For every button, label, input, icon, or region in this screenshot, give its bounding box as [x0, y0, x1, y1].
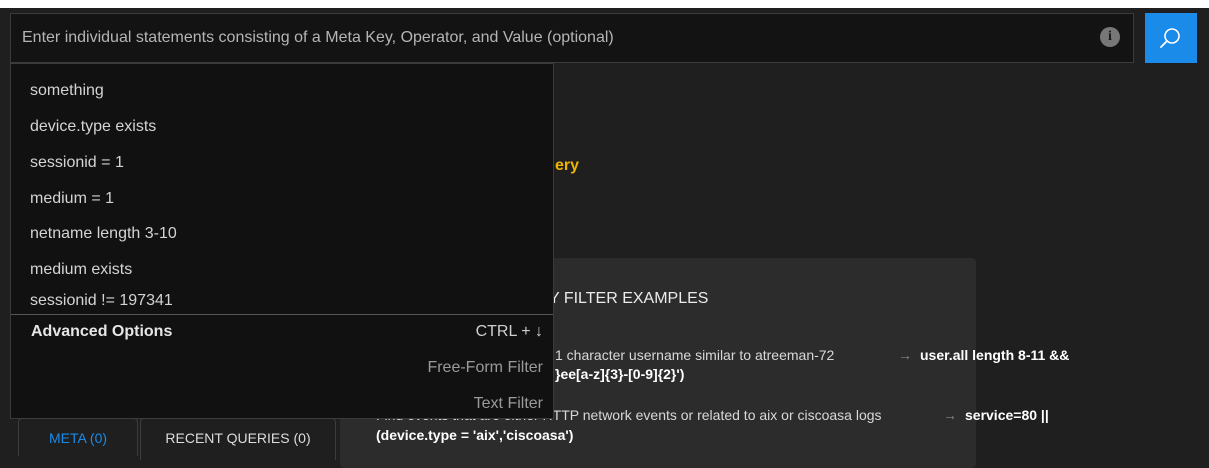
example-2-code[interactable]: → service=80 || — [935, 407, 1049, 423]
query-heading: ery — [555, 157, 580, 174]
example-1-description: 1 character username similar to atreeman… — [555, 347, 835, 363]
suggestions-dropdown: something device.type exists sessionid =… — [10, 63, 554, 419]
text-filter-option[interactable]: Text Filter — [474, 395, 543, 413]
suggestion-item[interactable]: something — [30, 82, 104, 100]
advanced-options-label: Advanced Options — [31, 323, 173, 340]
example-1-code-line2[interactable]: }ee[a-z]{3}-[0-9]{2}') — [555, 366, 684, 382]
suggestion-item[interactable]: sessionid != 197341 — [30, 292, 173, 310]
suggestion-item[interactable]: sessionid = 1 — [30, 154, 124, 172]
query-input[interactable]: Enter individual statements consisting o… — [10, 13, 1134, 63]
query-placeholder: Enter individual statements consisting o… — [22, 29, 614, 46]
example-1-code[interactable]: → user.all length 8-11 && — [890, 347, 1069, 363]
tab-recent-queries[interactable]: RECENT QUERIES (0) — [140, 418, 336, 460]
example-2-code-line1: service=80 || — [965, 407, 1049, 423]
suggestion-item[interactable]: medium exists — [30, 261, 132, 279]
search-icon — [1160, 28, 1180, 48]
suggestion-item[interactable]: netname length 3-10 — [30, 225, 177, 243]
example-1-code-line1: user.all length 8-11 && — [920, 347, 1070, 363]
search-button[interactable] — [1145, 13, 1197, 63]
examples-title: Y FILTER EXAMPLES — [549, 290, 709, 307]
tab-meta[interactable]: META (0) — [18, 418, 138, 456]
arrow-right-icon: → — [898, 347, 912, 363]
arrow-right-icon: → — [943, 407, 957, 423]
example-2-code-line2[interactable]: (device.type = 'aix','ciscoasa') — [376, 427, 573, 443]
suggestion-item[interactable]: device.type exists — [30, 118, 156, 136]
top-strip — [0, 0, 1209, 8]
advanced-options-shortcut: CTRL + ↓ — [475, 323, 543, 340]
dropdown-divider — [11, 314, 553, 315]
suggestion-item[interactable]: medium = 1 — [30, 190, 114, 208]
info-icon[interactable]: i — [1100, 27, 1120, 47]
free-form-filter-option[interactable]: Free-Form Filter — [427, 359, 543, 377]
